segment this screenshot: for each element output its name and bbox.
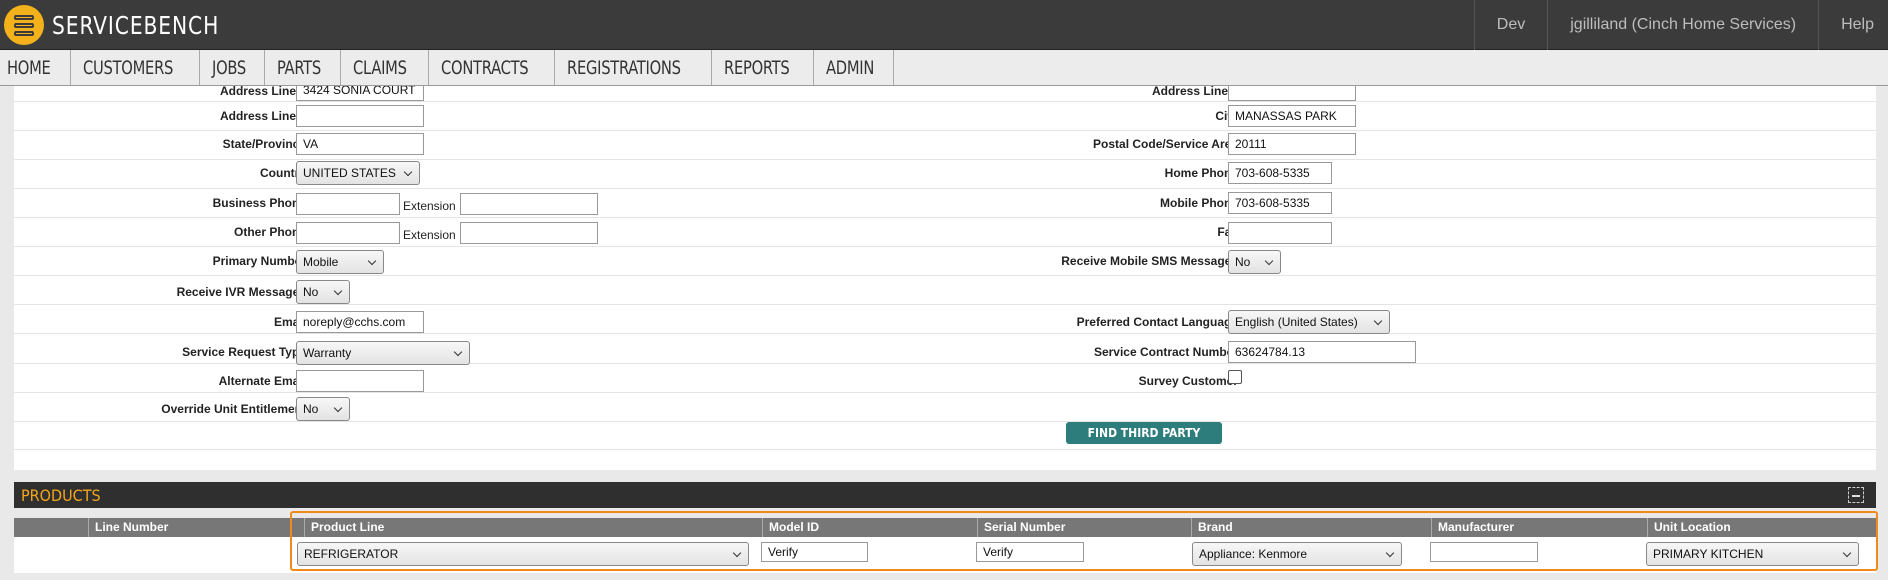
business-extension-label: Extension <box>403 199 456 213</box>
col-select <box>14 518 88 537</box>
alternate-email-label: Alternate Email <box>218 374 306 388</box>
col-manufacturer: Manufacturer <box>1431 518 1647 537</box>
override-unit-select[interactable]: No <box>296 397 350 421</box>
form-row-address-1: Address Line 1 3424 SONIA COURT Address … <box>14 86 1876 102</box>
survey-customer-checkbox[interactable] <box>1228 370 1242 384</box>
form-row-alternate-email: Alternate Email Survey Customer <box>14 364 1876 393</box>
state-input[interactable]: VA <box>296 133 424 155</box>
business-extension-input[interactable] <box>460 193 598 215</box>
preferred-language-label: Preferred Contact Language <box>1076 315 1238 329</box>
primary-number-label: Primary Number <box>212 254 306 268</box>
service-contract-number-input[interactable]: 63624784.13 <box>1228 341 1416 363</box>
products-section-header: PRODUCTS <box>14 482 1876 508</box>
main-nav: HOME CUSTOMERS JOBS PARTS CLAIMS CONTRAC… <box>0 50 1888 86</box>
postal-input[interactable]: 20111 <box>1228 133 1356 155</box>
logo-icon <box>4 5 44 45</box>
col-serial-number: Serial Number <box>977 518 1191 537</box>
nav-claims[interactable]: CLAIMS <box>341 50 429 85</box>
form-row-ivr: Receive IVR Messages No <box>14 276 1876 305</box>
other-extension-label: Extension <box>403 228 456 242</box>
receive-sms-label: Receive Mobile SMS Messages <box>1061 254 1238 268</box>
nav-contracts[interactable]: CONTRACTS <box>429 50 556 85</box>
receive-ivr-label: Receive IVR Messages <box>176 285 306 299</box>
alternate-email-input[interactable] <box>296 370 424 392</box>
top-right-menu: Dev jgilliland (Cinch Home Services) Hel… <box>1473 0 1888 50</box>
user-menu[interactable]: jgilliland (Cinch Home Services) <box>1547 0 1818 50</box>
other-phone-input[interactable] <box>296 222 400 244</box>
nav-parts[interactable]: PARTS <box>265 50 342 85</box>
address-line2-label: Address Line 2 <box>1151 86 1238 98</box>
products-table: Line Number Product Line Model ID Serial… <box>14 518 1876 573</box>
form-row-primary-number: Primary Number Mobile Receive Mobile SMS… <box>14 247 1876 276</box>
address-line3-input[interactable] <box>296 105 424 127</box>
state-label: State/Province <box>222 137 306 151</box>
form-row-business-phone: Business Phone Extension Mobile Phone 70… <box>14 189 1876 218</box>
top-bar: SERVICEBENCH Dev jgilliland (Cinch Home … <box>0 0 1888 50</box>
override-unit-label: Override Unit Entitlement <box>161 402 306 416</box>
business-phone-label: Business Phone <box>212 196 306 210</box>
address-line1-label: Address Line 1 <box>219 86 306 98</box>
customer-form: Address Line 1 3424 SONIA COURT Address … <box>14 86 1876 470</box>
receive-ivr-select[interactable]: No <box>296 280 350 304</box>
serial-number-input[interactable]: Verify <box>976 542 1084 562</box>
form-row-service-request: Service Request Type Warranty Service Co… <box>14 335 1876 365</box>
manufacturer-input[interactable] <box>1430 542 1538 562</box>
other-extension-input[interactable] <box>460 222 598 244</box>
servicebench-logo[interactable]: SERVICEBENCH <box>4 5 238 45</box>
form-row-email: Email noreply@cchs.com Preferred Contact… <box>14 305 1876 334</box>
form-row-state: State/Province VA Postal Code/Service Ar… <box>14 131 1876 160</box>
survey-customer-label: Survey Customer <box>1138 374 1238 388</box>
products-title: PRODUCTS <box>21 486 101 505</box>
col-product-line: Product Line <box>304 518 762 537</box>
postal-label: Postal Code/Service Area <box>1093 137 1238 151</box>
form-row-country: Country UNITED STATES Home Phone 703-608… <box>14 160 1876 189</box>
col-model-id: Model ID <box>762 518 977 537</box>
col-brand: Brand <box>1191 518 1431 537</box>
preferred-language-select[interactable]: English (United States) <box>1228 310 1390 334</box>
home-phone-label: Home Phone <box>1164 166 1238 180</box>
env-indicator[interactable]: Dev <box>1473 0 1547 50</box>
unit-location-select[interactable]: PRIMARY KITCHEN <box>1646 542 1859 566</box>
nav-registrations[interactable]: REGISTRATIONS <box>555 50 713 85</box>
address-line1-input[interactable]: 3424 SONIA COURT <box>296 86 424 101</box>
form-row-button <box>14 422 1876 450</box>
country-select[interactable]: UNITED STATES <box>296 161 420 185</box>
receive-sms-select[interactable]: No <box>1228 250 1281 274</box>
nav-reports[interactable]: REPORTS <box>712 50 814 85</box>
home-phone-input[interactable]: 703-608-5335 <box>1228 162 1332 184</box>
form-row-address-3: Address Line 3 City MANASSAS PARK <box>14 102 1876 131</box>
products-table-header: Line Number Product Line Model ID Serial… <box>14 518 1876 537</box>
mobile-phone-input[interactable]: 703-608-5335 <box>1228 192 1332 214</box>
primary-number-select[interactable]: Mobile <box>296 250 384 274</box>
nav-admin[interactable]: ADMIN <box>814 50 895 85</box>
business-phone-input[interactable] <box>296 193 400 215</box>
help-link[interactable]: Help <box>1818 0 1888 50</box>
product-line-select[interactable]: REFRIGERATOR <box>297 542 749 566</box>
city-input[interactable]: MANASSAS PARK <box>1228 105 1356 127</box>
model-id-input[interactable]: Verify <box>761 542 868 562</box>
col-unit-location: Unit Location <box>1647 518 1876 537</box>
logo-text: SERVICEBENCH <box>52 10 220 40</box>
fax-input[interactable] <box>1228 222 1332 244</box>
nav-home[interactable]: HOME <box>0 50 71 85</box>
form-row-other-phone: Other Phone Extension Fax <box>14 218 1876 247</box>
service-request-type-label: Service Request Type <box>182 345 306 359</box>
mobile-phone-label: Mobile Phone <box>1160 196 1238 210</box>
address-line2-input[interactable] <box>1228 86 1356 101</box>
brand-select[interactable]: Appliance: Kenmore <box>1192 542 1402 566</box>
service-contract-number-label: Service Contract Number <box>1093 345 1238 359</box>
collapse-icon[interactable] <box>1848 487 1864 503</box>
address-line3-label: Address Line 3 <box>219 109 306 123</box>
email-input[interactable]: noreply@cchs.com <box>296 311 424 333</box>
col-line-number: Line Number <box>88 518 304 537</box>
nav-jobs[interactable]: JOBS <box>200 50 265 85</box>
service-request-type-select[interactable]: Warranty <box>296 341 470 365</box>
form-row-override-unit: Override Unit Entitlement No <box>14 393 1876 422</box>
nav-customers[interactable]: CUSTOMERS <box>71 50 201 85</box>
